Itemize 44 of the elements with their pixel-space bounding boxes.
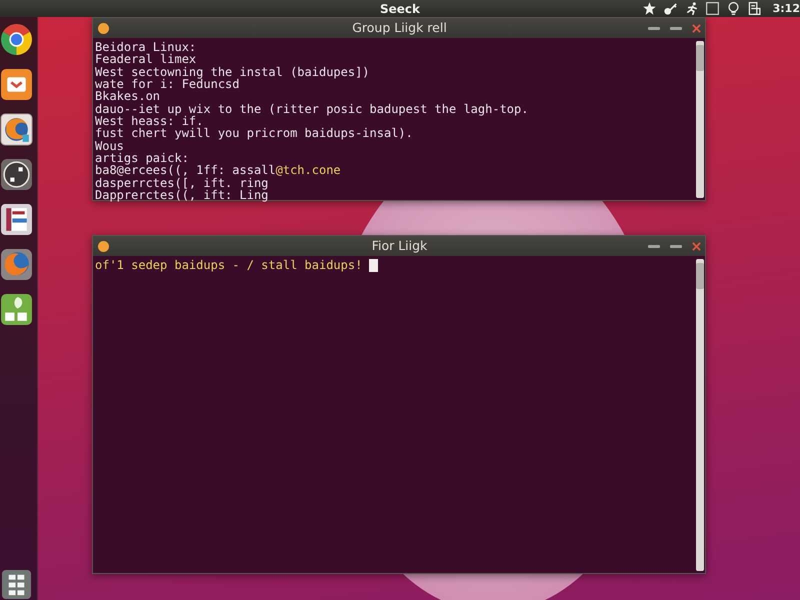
terminal-line: fust chert ywill you pricrom baidups-insal). [95, 127, 413, 140]
key-icon[interactable] [664, 2, 677, 15]
scrollbar-thumb[interactable] [696, 263, 704, 289]
runner-icon[interactable] [684, 2, 698, 15]
panel-title: Seeck [380, 0, 420, 16]
square-icon[interactable] [706, 2, 719, 15]
dash-icon[interactable] [648, 26, 660, 30]
terminal-line: artigs paick: [95, 152, 189, 164]
terminal-line: Wous [95, 140, 124, 152]
terminal-line: West heass: if. [95, 115, 204, 128]
swirl-globe-icon[interactable] [0, 248, 33, 281]
scrollbar[interactable] [696, 259, 704, 571]
document-icon[interactable] [748, 2, 761, 15]
plant-icon[interactable] [0, 293, 33, 326]
dash-icon[interactable] [670, 244, 682, 248]
terminal-line: wate for i: Feduncsd [95, 78, 240, 90]
dial-icon[interactable] [0, 158, 33, 191]
clock-text[interactable]: 3:12 [772, 0, 800, 16]
window-title: Group Liigk rell [352, 19, 447, 37]
terminal-line: Bkakes.on [95, 90, 160, 103]
terminal-line: ba8@ercees((, 1ff: assall@tch.cone [95, 164, 341, 177]
dot-icon[interactable] [98, 22, 109, 34]
terminal-line: dasperrctes([, ift. ring [95, 176, 268, 190]
terminal-line: Beidora Linux: [95, 41, 196, 54]
scrollbar[interactable] [696, 41, 704, 198]
document-icon[interactable] [0, 203, 33, 236]
dash-icon[interactable] [670, 26, 682, 30]
app-grid-icon[interactable] [1, 569, 32, 600]
dot-icon[interactable] [98, 240, 109, 252]
window-title: Fior Liigk [372, 237, 428, 255]
terminal-line: Dapprerctes((, ift: Ling [95, 189, 268, 202]
terminal-line: of'1 sedep baidups - / stall baidups! [95, 259, 362, 272]
close-icon[interactable] [692, 242, 701, 250]
tray-icon[interactable] [0, 68, 33, 101]
close-icon[interactable] [692, 24, 701, 32]
terminal-line: West sectowning the instal (baidupes]) [95, 66, 370, 78]
globe-icon[interactable] [0, 113, 33, 146]
scrollbar-thumb[interactable] [696, 45, 704, 71]
wheel-icon[interactable] [0, 23, 33, 56]
bulb-icon[interactable] [726, 2, 740, 15]
dash-icon[interactable] [648, 244, 660, 248]
star-icon[interactable] [642, 2, 656, 15]
terminal-line: dauo--iet up wix to the (ritter posic badupest the lagh-top. [95, 102, 528, 116]
terminal-line: Feaderal limex [95, 53, 196, 66]
